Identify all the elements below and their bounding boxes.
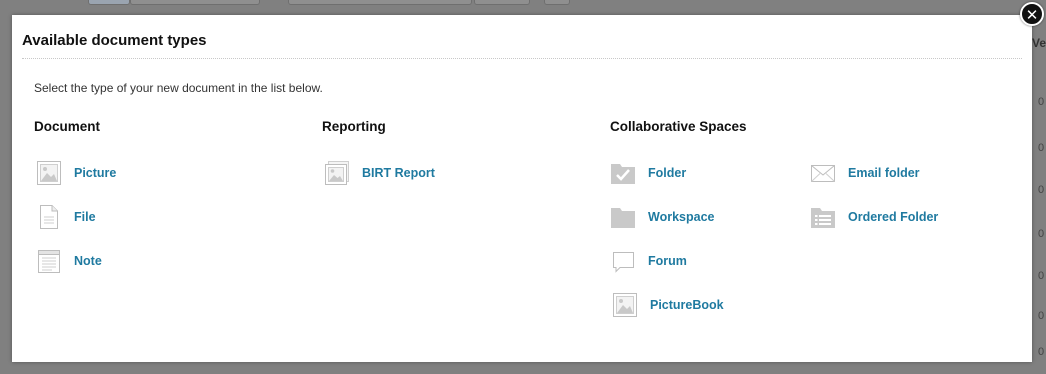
new-file-item[interactable]: File — [36, 204, 96, 230]
document-types-dialog: Available document types Select the type… — [12, 15, 1032, 362]
new-picturebook-label: PictureBook — [650, 298, 724, 312]
new-picturebook-item[interactable]: PictureBook — [612, 292, 724, 318]
background-cell: 0 — [1038, 96, 1045, 108]
new-email-folder-item[interactable]: Email folder — [810, 160, 920, 186]
background-column-header: Ve — [1032, 36, 1046, 50]
new-birt-report-label: BIRT Report — [362, 166, 435, 180]
background-search — [288, 0, 472, 5]
background-cell: 0 — [1038, 270, 1045, 282]
title-divider — [22, 58, 1022, 59]
new-file-label: File — [74, 210, 96, 224]
file-icon — [36, 204, 62, 230]
new-forum-item[interactable]: Forum — [610, 248, 687, 274]
background-tab — [130, 0, 260, 5]
new-picture-item[interactable]: Picture — [36, 160, 116, 186]
dialog-instructions: Select the type of your new document in … — [34, 81, 323, 95]
email-folder-icon — [810, 160, 836, 186]
new-workspace-label: Workspace — [648, 210, 715, 224]
close-dialog-button[interactable]: ✕ — [1020, 2, 1044, 26]
background-button — [474, 0, 530, 5]
new-picture-label: Picture — [74, 166, 117, 180]
new-forum-label: Forum — [648, 254, 687, 268]
background-tab — [88, 0, 130, 5]
background-cell: 0 — [1038, 346, 1045, 358]
background-cell: 0 — [1038, 184, 1045, 196]
new-email-folder-label: Email folder — [848, 166, 920, 180]
new-ordered-folder-label: Ordered Folder — [848, 210, 939, 224]
new-birt-report-item[interactable]: BIRT Report — [324, 160, 435, 186]
picture-icon — [36, 160, 62, 186]
background-cell: 0 — [1038, 228, 1045, 240]
picturebook-icon — [612, 292, 638, 318]
new-note-item[interactable]: Note — [36, 248, 102, 274]
workspace-icon — [610, 204, 636, 230]
note-icon — [36, 248, 62, 274]
reporting-column-heading: Reporting — [322, 119, 386, 134]
folder-icon — [610, 160, 636, 186]
collaborative-spaces-column-heading: Collaborative Spaces — [610, 119, 747, 134]
birt-report-icon — [324, 160, 350, 186]
new-workspace-item[interactable]: Workspace — [610, 204, 714, 230]
document-column-heading: Document — [34, 119, 101, 134]
forum-icon — [610, 248, 636, 274]
new-note-label: Note — [74, 254, 102, 268]
new-folder-item[interactable]: Folder — [610, 160, 686, 186]
background-cell: 0 — [1038, 142, 1045, 154]
ordered-folder-icon — [810, 204, 836, 230]
background-cell: 0 — [1038, 310, 1045, 322]
new-folder-label: Folder — [648, 166, 687, 180]
background-button — [544, 0, 570, 5]
dialog-title: Available document types — [22, 32, 207, 49]
new-ordered-folder-item[interactable]: Ordered Folder — [810, 204, 938, 230]
close-icon: ✕ — [1025, 7, 1039, 24]
